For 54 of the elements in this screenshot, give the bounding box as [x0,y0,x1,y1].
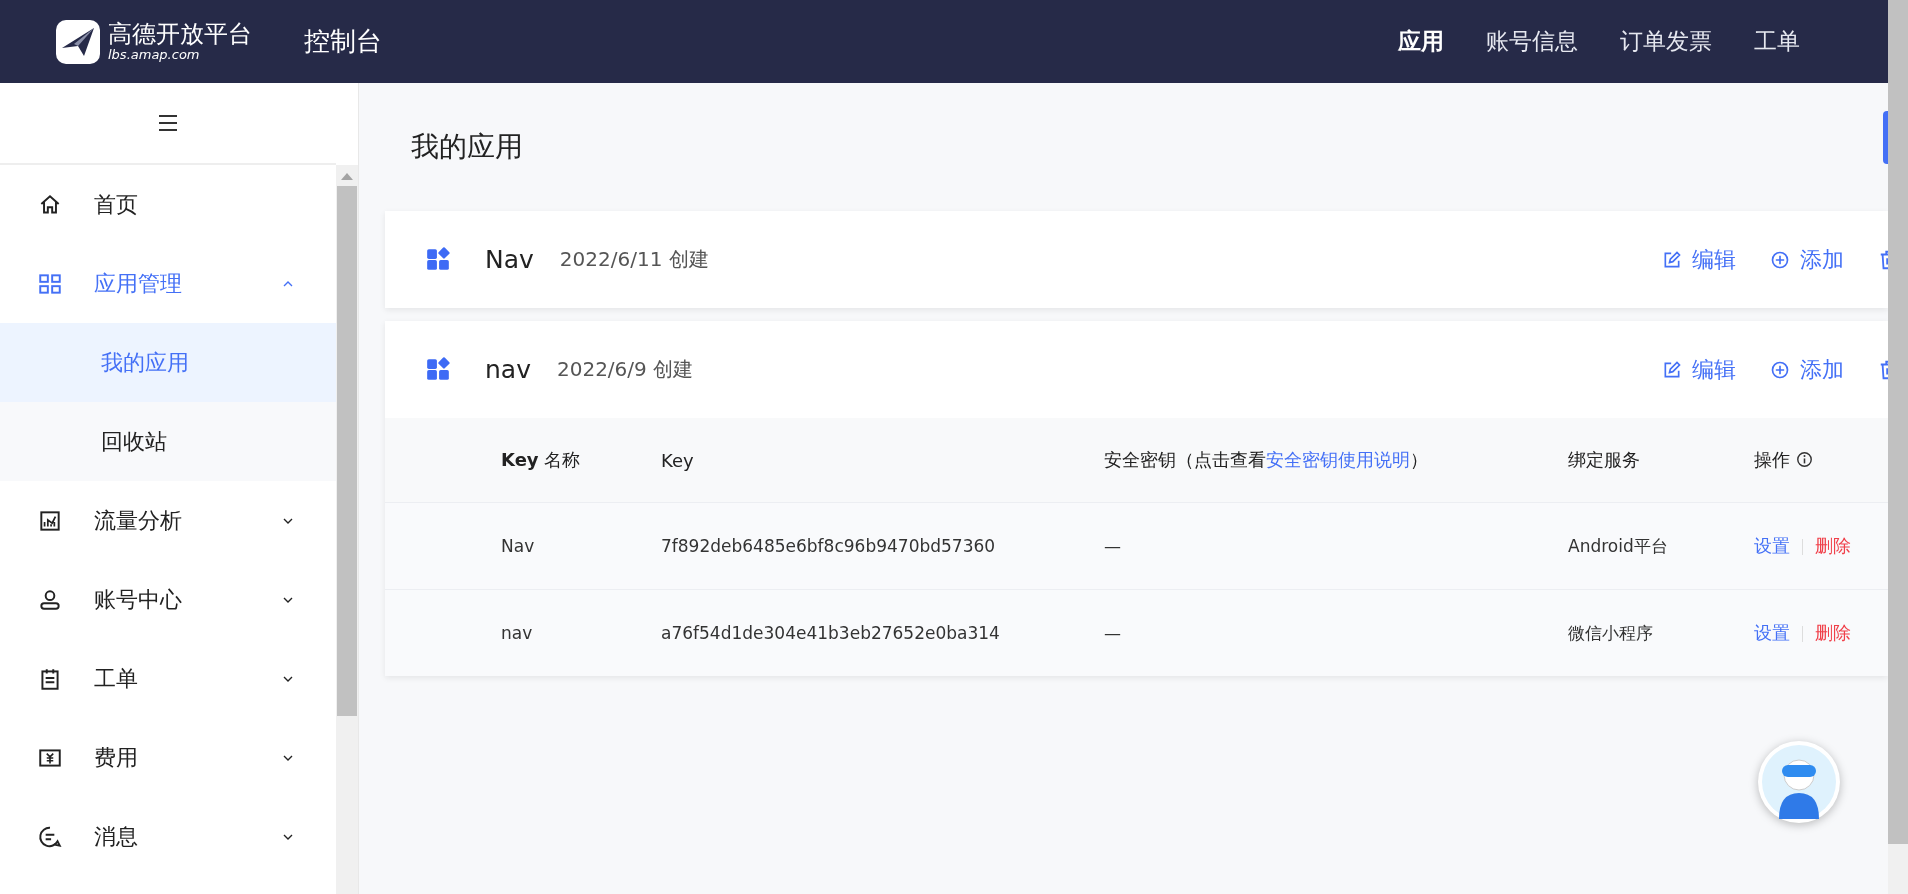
scrollbar[interactable] [336,165,358,894]
menu-item[interactable]: 流量分析 [0,481,336,560]
app-icon [425,246,451,273]
menu-item[interactable]: 账号中心 [0,560,336,639]
table-cell: Android平台 [1568,535,1668,556]
table-cell: a76f54d1de304e41b3eb27652e0ba314 [661,623,1000,643]
table-cell: — [1104,536,1121,556]
action-link[interactable]: 添加 [1770,354,1844,385]
menu-item[interactable]: 工单 [0,639,336,718]
help-assistant-button[interactable] [1758,741,1840,823]
menu-item[interactable]: 应用管理 [0,244,336,323]
table-cell: nav [501,623,533,643]
action-link[interactable]: 添加 [1770,244,1844,275]
logo-icon [54,17,102,66]
add-icon [1770,249,1790,270]
column-header: Key [661,449,694,471]
column-header: 绑定服务 [1568,449,1640,470]
column-header: 操作 [1754,449,1790,470]
app-name: nav [485,355,531,384]
nav-link[interactable]: 订单发票 [1620,26,1712,57]
scrollbar[interactable] [1888,0,1908,894]
settings-link[interactable]: 设置 [1754,622,1790,643]
add-icon [1770,359,1790,380]
page-title: 我的应用 [411,129,523,165]
column-header: Key 名称 [501,449,581,470]
app-icon [425,356,451,383]
edit-icon [1662,249,1682,270]
table-cell: 微信小程序 [1568,622,1653,643]
column-header-suffix: ） [1410,449,1428,470]
help-link[interactable]: 安全密钥使用说明 [1266,449,1410,470]
table-cell: Nav [501,536,535,556]
submenu-item[interactable]: 我的应用 [0,323,336,402]
console-title: 控制台 [304,25,382,58]
delete-link[interactable]: 删除 [1815,622,1851,643]
table-cell: 7f892deb6485e6bf8c96b9470bd57360 [661,536,996,556]
nav-link[interactable]: 工单 [1754,26,1800,57]
submenu-item[interactable]: 回收站 [0,402,336,481]
menu-item[interactable]: 首页 [0,165,336,244]
edit-icon [1662,359,1682,380]
created-date: 2022/6/9 创建 [556,356,694,383]
action-link[interactable]: 编辑 [1662,244,1736,275]
settings-link[interactable]: 设置 [1754,535,1790,556]
nav-link[interactable]: 账号信息 [1486,26,1578,57]
action-link[interactable]: 编辑 [1662,354,1736,385]
menu-item[interactable]: 消息 [0,797,336,876]
menu-item[interactable]: 费用 [0,718,336,797]
app-name: Nav [485,245,534,274]
delete-link[interactable]: 删除 [1815,535,1851,556]
created-date: 2022/6/11 创建 [559,246,709,273]
logo-title: 高德开放平台 [108,21,252,47]
table-cell: — [1104,623,1121,643]
nav-link[interactable]: 应用 [1398,26,1444,57]
column-header: 安全密钥（点击查看 [1104,449,1266,470]
logo-subtitle: lbs.amap.com [108,47,201,62]
